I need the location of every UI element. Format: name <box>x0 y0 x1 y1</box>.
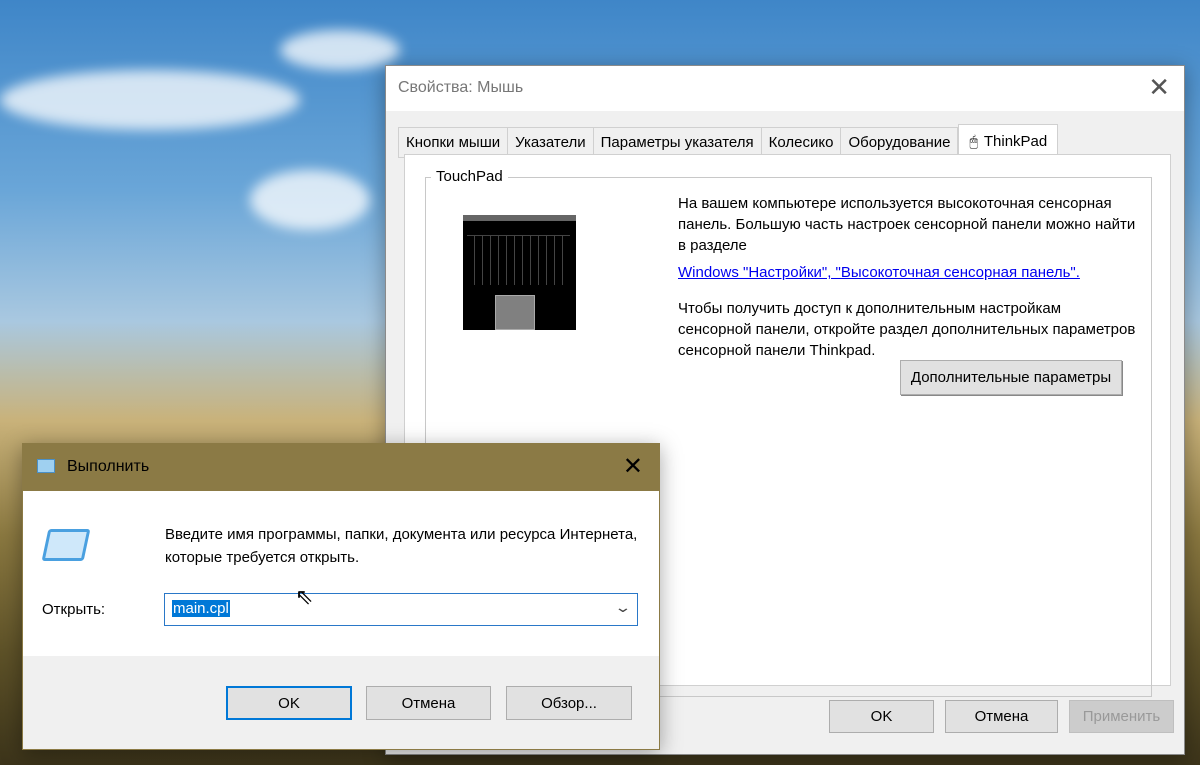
close-icon[interactable]: ✕ <box>1148 72 1170 103</box>
run-program-icon <box>41 529 91 561</box>
cancel-button[interactable]: Отмена <box>945 700 1058 733</box>
ok-button[interactable]: OK <box>829 700 934 733</box>
title-bar: Выполнить ✕ <box>23 444 659 491</box>
apply-button[interactable]: Применить <box>1069 700 1174 733</box>
chevron-down-icon[interactable]: ⌄ <box>614 599 632 616</box>
run-dialog: Выполнить ✕ Введите имя программы, папки… <box>22 443 660 750</box>
settings-link[interactable]: Windows "Настройки", "Высокоточная сенсо… <box>678 264 1080 281</box>
cloud <box>250 170 370 230</box>
cloud <box>280 30 400 70</box>
tab-thinkpad[interactable]: 🖱 ThinkPad <box>958 124 1059 158</box>
mouse-cursor-icon: ⇖ <box>295 584 314 609</box>
keyboard-icon <box>467 235 570 285</box>
close-icon[interactable]: ✕ <box>623 452 643 481</box>
browse-button[interactable]: Обзор... <box>506 686 632 720</box>
tab-label: ThinkPad <box>983 133 1048 150</box>
open-input[interactable]: main.cpl <box>172 600 230 617</box>
group-title: TouchPad <box>431 168 508 185</box>
window-title: Свойства: Мышь <box>398 79 524 96</box>
cancel-button[interactable]: Отмена <box>366 686 491 720</box>
advanced-text: Чтобы получить доступ к дополнительным н… <box>678 300 1136 359</box>
open-combobox[interactable]: main.cpl ⌄ <box>164 593 638 626</box>
description-text: На вашем компьютере используется высокот… <box>678 195 1136 254</box>
cloud <box>0 70 300 130</box>
description-text: Введите имя программы, папки, документа … <box>165 526 638 566</box>
open-label: Открыть: <box>42 601 106 618</box>
touchpad-icon <box>495 295 535 330</box>
tab-bar: Кнопки мыши Указатели Параметры указател… <box>398 124 1059 158</box>
advanced-settings-button[interactable]: Дополнительные параметры <box>900 360 1122 395</box>
touchpad-image <box>463 215 576 330</box>
ok-button[interactable]: OK <box>226 686 352 720</box>
run-icon <box>37 459 55 473</box>
thinkpad-icon: 🖱 <box>969 133 978 149</box>
window-title: Выполнить <box>67 458 150 475</box>
run-body: Введите имя программы, папки, документа … <box>23 491 659 656</box>
title-bar: Свойства: Мышь ✕ <box>386 66 1184 111</box>
